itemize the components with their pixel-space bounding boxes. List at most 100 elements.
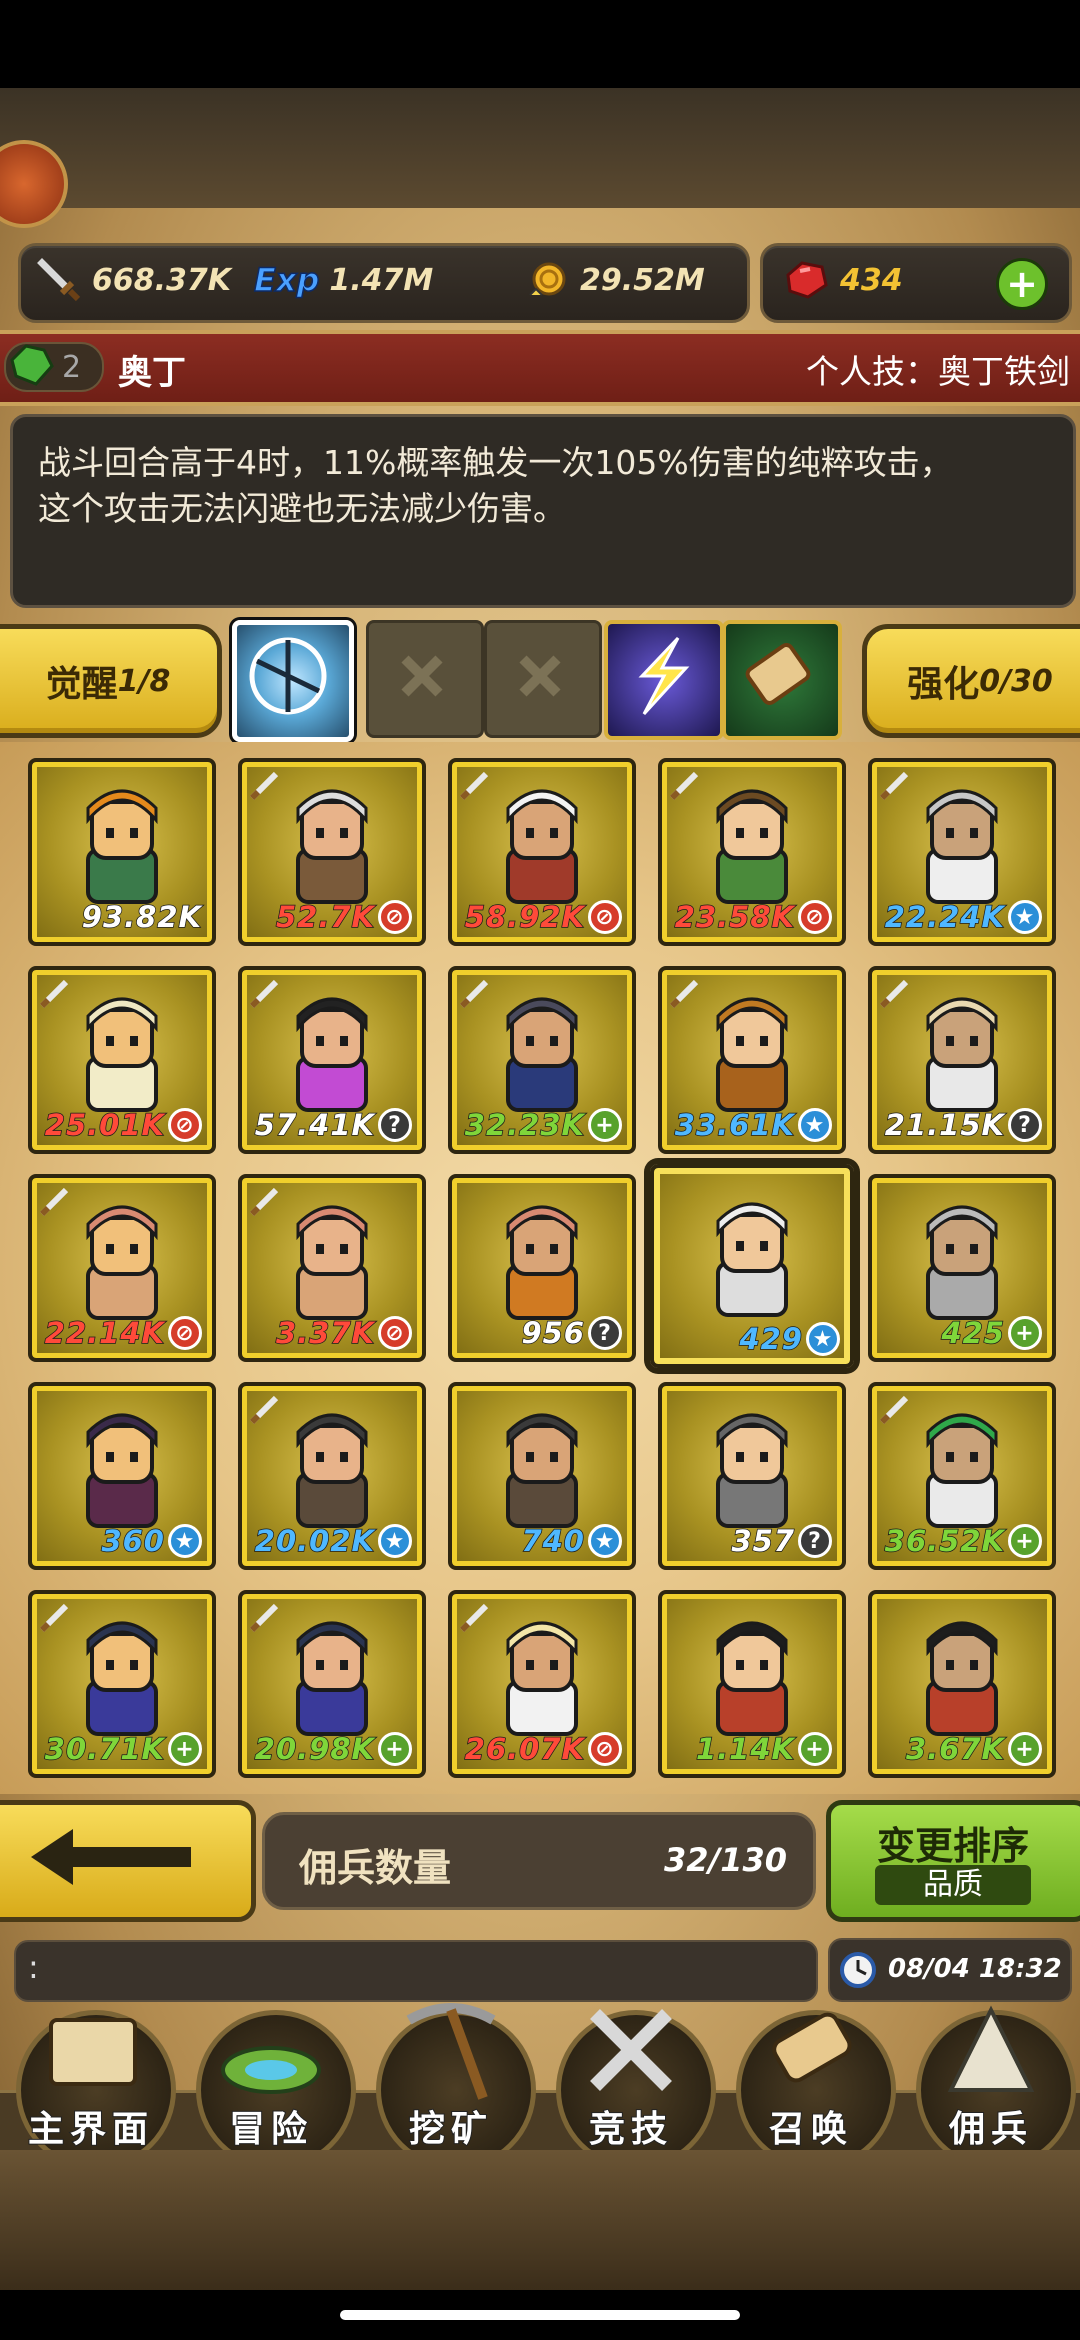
mercenary-power: 30.71K + xyxy=(44,1731,202,1767)
mercenary-card[interactable]: 22.24K ★ xyxy=(868,758,1056,946)
mercenary-power-value: 360 xyxy=(101,1523,165,1559)
mercenary-portrait-icon xyxy=(86,1205,158,1320)
mercenary-card[interactable]: 52.7K ⊘ xyxy=(238,758,426,946)
island-icon xyxy=(221,2046,321,2094)
mercenary-card[interactable]: 23.58K ⊘ xyxy=(658,758,846,946)
mercenary-portrait-icon xyxy=(86,1621,158,1736)
mercenary-power-value: 3.37K xyxy=(275,1315,375,1351)
scroll-icon xyxy=(745,643,811,705)
mercenary-card[interactable]: 360 ★ xyxy=(28,1382,216,1570)
awaken-button[interactable]: 觉醒 1/8 xyxy=(0,624,222,738)
mercenary-power: 26.07K ⊘ xyxy=(464,1731,622,1767)
nav-item[interactable]: 佣兵 xyxy=(906,1990,1076,2170)
mercenary-portrait-icon xyxy=(506,1205,578,1320)
tent-icon xyxy=(947,2005,1035,2092)
lightning-icon xyxy=(638,636,690,716)
mercenary-card[interactable]: 22.14K ⊘ xyxy=(28,1174,216,1362)
mercenary-portrait-icon xyxy=(926,1621,998,1736)
skill-description-line-2: 这个攻击无法闪避也无法减少伤害。 xyxy=(38,489,566,528)
mercenary-portrait-icon xyxy=(506,1621,578,1736)
nav-label: 竞技 xyxy=(588,2108,673,2151)
mercenary-card[interactable]: 1.14K + xyxy=(658,1590,846,1778)
mercenary-card[interactable]: 30.71K + xyxy=(28,1590,216,1778)
attribute-badge-icon: + xyxy=(1008,1732,1042,1766)
attribute-badge-icon: ? xyxy=(588,1316,622,1350)
enhance-button[interactable]: 强化 0/30 xyxy=(862,624,1080,738)
change-sort-button[interactable]: 变更排序 品质 xyxy=(826,1800,1080,1922)
nav-item[interactable]: 冒险 xyxy=(186,1990,356,2170)
cross-icon xyxy=(519,655,561,697)
attribute-badge-icon: + xyxy=(168,1732,202,1766)
mercenary-portrait-icon xyxy=(506,789,578,904)
mercenary-portrait-icon xyxy=(86,1413,158,1528)
mercenary-card[interactable]: 429 ★ xyxy=(650,1164,854,1368)
nav-item[interactable]: 召唤 xyxy=(726,1990,896,2170)
mercenary-card[interactable]: 21.15K? xyxy=(868,966,1056,1154)
mercenary-count-label: 佣兵数量 xyxy=(299,1846,452,1890)
mercenary-power-value: 32.23K xyxy=(464,1107,585,1143)
hero-name: 奥丁 xyxy=(118,353,186,393)
mercenary-power: 57.41K? xyxy=(254,1107,412,1143)
mercenary-card[interactable]: 3.67K + xyxy=(868,1590,1056,1778)
mercenary-power-value: 36.52K xyxy=(884,1523,1005,1559)
mercenary-card[interactable]: 740 ★ xyxy=(448,1382,636,1570)
attribute-badge-icon: ★ xyxy=(806,1322,840,1356)
mercenary-power: 25.01K ⊘ xyxy=(44,1107,202,1143)
attribute-badge-icon: ⊘ xyxy=(588,900,622,934)
mercenary-card[interactable]: 956? xyxy=(448,1174,636,1362)
mercenary-card[interactable]: 25.01K ⊘ xyxy=(28,966,216,1154)
attribute-badge-icon: + xyxy=(798,1732,832,1766)
skill-slot-rune[interactable] xyxy=(232,620,354,742)
crossed-swords-icon xyxy=(590,2009,672,2091)
rune-circle-icon xyxy=(249,637,327,715)
mercenary-card[interactable]: 57.41K? xyxy=(238,966,426,1154)
mercenary-card[interactable]: 20.02K ★ xyxy=(238,1382,426,1570)
mercenary-card[interactable]: 20.98K + xyxy=(238,1590,426,1778)
mercenary-portrait-icon xyxy=(926,997,998,1112)
hero-level-badge: 2 xyxy=(4,342,104,392)
mercenary-power: 58.92K ⊘ xyxy=(464,899,622,935)
skill-slot-scroll[interactable] xyxy=(722,620,842,740)
mercenary-power: 360 ★ xyxy=(101,1523,202,1559)
gold-coin-icon xyxy=(529,262,566,296)
awaken-label: 觉醒 xyxy=(45,664,118,705)
mercenary-power: 52.7K ⊘ xyxy=(275,899,412,935)
skill-slot-locked-1 xyxy=(366,620,484,738)
mercenary-card[interactable]: 26.07K ⊘ xyxy=(448,1590,636,1778)
mercenary-card[interactable]: 58.92K ⊘ xyxy=(448,758,636,946)
mercenary-power-value: 33.61K xyxy=(674,1107,795,1143)
nav-item[interactable]: 主界面 xyxy=(6,1990,176,2170)
mercenary-portrait-icon xyxy=(296,1413,368,1528)
mercenary-power-value: 740 xyxy=(521,1523,585,1559)
mercenary-power: 3.37K ⊘ xyxy=(275,1315,412,1351)
mercenary-portrait-icon xyxy=(716,997,788,1112)
skill-description: 战斗回合高于4时，11%概率触发一次105%伤害的纯粹攻击， 这个攻击无法闪避也… xyxy=(38,440,1058,532)
cross-icon xyxy=(401,655,443,697)
mercenary-card[interactable]: 3.37K ⊘ xyxy=(238,1174,426,1362)
nav-label: 佣兵 xyxy=(948,2108,1033,2151)
red-gem-icon xyxy=(786,261,828,299)
attack-resource: 668.37K xyxy=(36,258,231,302)
attribute-badge-icon: + xyxy=(1008,1316,1042,1350)
mercenary-power-value: 57.41K xyxy=(254,1107,375,1143)
add-gems-button[interactable]: + xyxy=(996,258,1048,310)
mercenary-card[interactable]: 357? xyxy=(658,1382,846,1570)
home-indicator[interactable] xyxy=(340,2310,740,2320)
mercenary-card[interactable]: 33.61K ★ xyxy=(658,966,846,1154)
nav-item[interactable]: 挖矿 xyxy=(366,1990,536,2170)
skill-slot-lightning[interactable] xyxy=(604,620,724,740)
mercenary-portrait-icon xyxy=(86,789,158,904)
mercenary-card[interactable]: 425 + xyxy=(868,1174,1056,1362)
mercenary-card[interactable]: 36.52K + xyxy=(868,1382,1056,1570)
mercenary-portrait-icon xyxy=(716,789,788,904)
top-band xyxy=(0,88,1080,208)
mercenary-card[interactable]: 32.23K + xyxy=(448,966,636,1154)
mercenary-portrait-icon xyxy=(506,1413,578,1528)
mercenary-card[interactable]: 93.82K xyxy=(28,758,216,946)
nav-label: 主界面 xyxy=(27,2108,154,2151)
mercenary-power: 22.14K ⊘ xyxy=(44,1315,202,1351)
skill-description-line-1: 战斗回合高于4时，11%概率触发一次105%伤害的纯粹攻击， xyxy=(38,443,953,482)
back-button[interactable] xyxy=(0,1800,256,1922)
mercenary-power: 23.58K ⊘ xyxy=(674,899,832,935)
nav-item[interactable]: 竞技 xyxy=(546,1990,716,2170)
